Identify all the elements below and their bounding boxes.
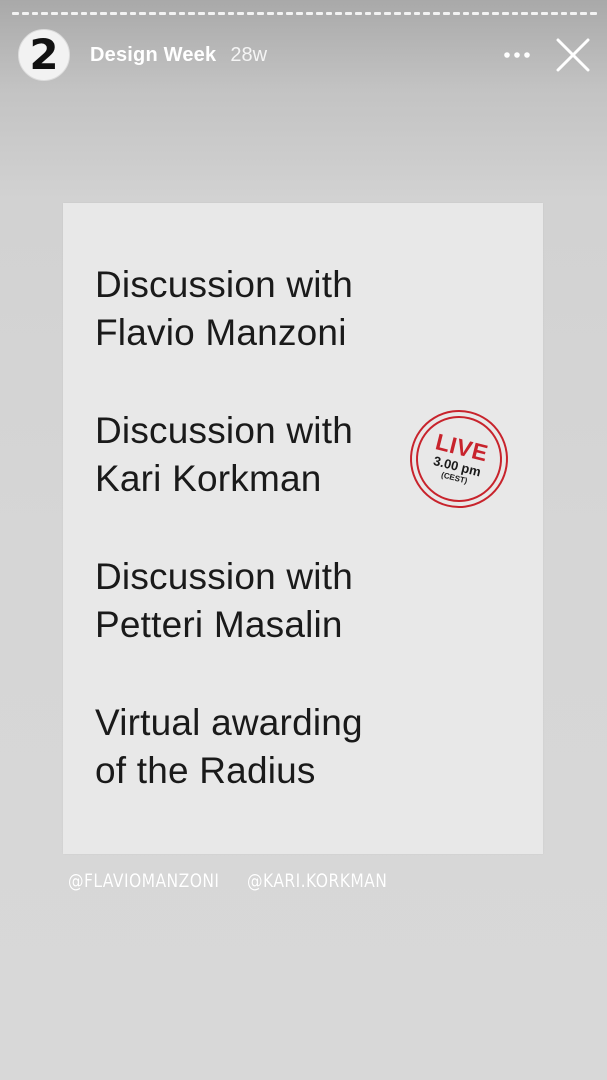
progress-segment: [168, 12, 176, 15]
progress-segment: [21, 12, 29, 15]
progress-segment: [374, 12, 382, 15]
post-age: 28w: [230, 43, 268, 66]
progress-segment: [217, 12, 225, 15]
progress-segment: [119, 12, 127, 15]
progress-segment: [158, 12, 166, 15]
progress-segment: [443, 12, 450, 15]
progress-segment: [325, 12, 333, 15]
progress-segment: [560, 12, 568, 15]
progress-segment: [394, 12, 401, 15]
live-badge: LIVE 3.00 pm (CEST): [399, 399, 519, 519]
progress-segment: [149, 12, 156, 15]
progress-segment: [541, 12, 548, 15]
close-icon[interactable]: [553, 35, 593, 75]
event-item-line: Petteri Masalin: [95, 604, 343, 645]
progress-segment: [315, 12, 323, 15]
event-item: Discussion with Petteri Masalin: [95, 553, 353, 649]
progress-segment: [266, 12, 274, 15]
progress-segment: [462, 12, 470, 15]
progress-segment: [60, 12, 68, 15]
progress-segment: [198, 12, 205, 15]
progress-segment: [70, 12, 78, 15]
progress-segment: [403, 12, 411, 15]
event-item-line: Discussion with: [95, 264, 353, 305]
mention-sticker-flaviomanzoni[interactable]: @FLAVIOMANZONI: [68, 870, 219, 892]
progress-segment: [452, 12, 460, 15]
progress-segment: [188, 12, 196, 15]
avatar-logo-text: 2: [29, 30, 59, 79]
progress-segment: [51, 12, 58, 15]
progress-segment: [531, 12, 539, 15]
event-item-line: Virtual awarding: [95, 702, 363, 743]
story-progress-bar: [12, 12, 597, 15]
progress-segment: [90, 12, 98, 15]
progress-segment: [80, 12, 88, 15]
progress-segment: [178, 12, 186, 15]
progress-segment: [413, 12, 421, 15]
event-item-line: Discussion with: [95, 556, 353, 597]
progress-segment: [570, 12, 578, 15]
progress-segment: [296, 12, 303, 15]
progress-segment: [345, 12, 352, 15]
progress-segment: [305, 12, 313, 15]
live-badge-ring: LIVE 3.00 pm (CEST): [406, 406, 512, 512]
progress-segment: [492, 12, 499, 15]
mention-stickers: @FLAVIOMANZONI @KARI.KORKMAN: [68, 870, 418, 892]
progress-segment: [256, 12, 264, 15]
progress-segment: [207, 12, 215, 15]
avatar[interactable]: 2: [18, 29, 70, 81]
progress-segment: [482, 12, 490, 15]
progress-segment: [335, 12, 343, 15]
progress-segment: [237, 12, 245, 15]
progress-segment: [31, 12, 39, 15]
event-item: Virtual awarding of the Radius: [95, 699, 363, 795]
progress-segment: [129, 12, 137, 15]
event-item: Discussion with Flavio Manzoni: [95, 261, 353, 357]
progress-segment: [12, 12, 19, 15]
more-horizontal-icon[interactable]: [499, 37, 535, 73]
account-name[interactable]: Design Week: [90, 44, 216, 67]
progress-segment: [521, 12, 529, 15]
progress-segment: [580, 12, 588, 15]
progress-segment: [423, 12, 431, 15]
event-item-line: Kari Korkman: [95, 458, 322, 499]
mention-sticker-kari-korkman[interactable]: @KARI.KORKMAN: [247, 870, 387, 892]
progress-segment: [511, 12, 519, 15]
event-item-line: Discussion with: [95, 410, 353, 451]
progress-segment: [41, 12, 49, 15]
story-viewer[interactable]: 2 Design Week 28w Discussion with Flavio…: [0, 0, 607, 1080]
progress-segment: [384, 12, 392, 15]
progress-segment: [100, 12, 107, 15]
progress-segment: [109, 12, 117, 15]
event-poster: Discussion with Flavio Manzoni Discussio…: [63, 203, 543, 854]
progress-segment: [354, 12, 362, 15]
progress-segment: [550, 12, 558, 15]
event-item: Discussion with Kari Korkman: [95, 407, 353, 503]
progress-segment: [364, 12, 372, 15]
progress-segment: [139, 12, 147, 15]
progress-segment: [590, 12, 597, 15]
progress-segment: [433, 12, 441, 15]
progress-segment: [286, 12, 294, 15]
event-item-line: of the Radius: [95, 750, 316, 791]
progress-segment: [501, 12, 509, 15]
progress-segment: [472, 12, 480, 15]
progress-segment: [227, 12, 235, 15]
event-item-line: Flavio Manzoni: [95, 312, 347, 353]
progress-segment: [247, 12, 254, 15]
story-header: 2 Design Week 28w: [18, 28, 593, 82]
progress-segment: [276, 12, 284, 15]
